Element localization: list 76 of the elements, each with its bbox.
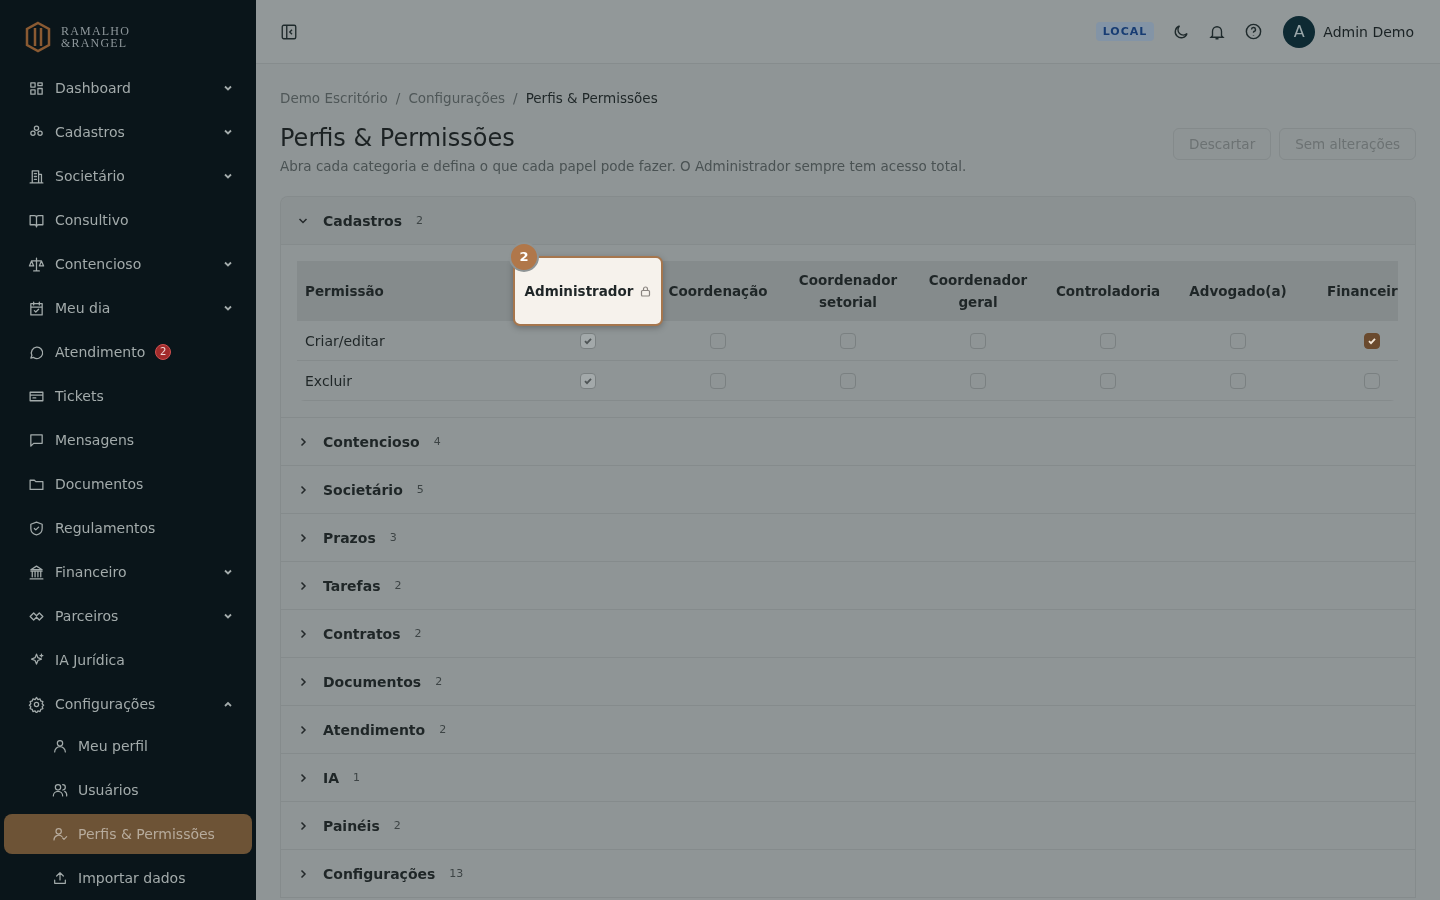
permission-name: Criar/editar [305, 332, 385, 349]
menu-icon [52, 826, 68, 842]
column-header: Coordenador geral [927, 271, 1029, 312]
sidebar-item[interactable]: Tickets [0, 374, 256, 418]
sidebar-item[interactable]: Atendimento 2 [0, 330, 256, 374]
sidebar-item[interactable]: Documentos [0, 462, 256, 506]
sidebar-item[interactable]: Mensagens [0, 418, 256, 462]
permission-checkbox[interactable] [1364, 332, 1380, 349]
environment-badge: LOCAL [1095, 22, 1155, 41]
user-name[interactable]: Admin Demo [1323, 23, 1414, 40]
item-count: 2 [393, 819, 401, 832]
category-header[interactable]: Contratos 2 [281, 610, 1415, 657]
menu-icon [28, 431, 45, 449]
sidebar-item[interactable]: Dashboard [0, 66, 256, 110]
item-count: 1 [353, 771, 361, 784]
user-avatar[interactable]: A [1283, 15, 1316, 48]
sidebar-item[interactable]: Contencioso [0, 242, 256, 286]
item-count: 2 [439, 723, 447, 736]
page-subtitle: Abra cada categoria e defina o que cada papel pode fazer. O Administrador sempre tem acesso total. [280, 158, 968, 174]
item-count: 2 [416, 214, 424, 227]
menu-icon [28, 519, 45, 537]
item-count: 3 [389, 531, 397, 544]
sidebar-subitem[interactable]: Meu perfil [4, 726, 252, 766]
category-header[interactable]: Tarefas 2 [281, 562, 1415, 609]
count-badge: 2 [155, 344, 172, 360]
item-count: 4 [433, 435, 441, 448]
item-count: 2 [414, 627, 422, 640]
page-title: Perfis & Permissões [280, 124, 516, 152]
category-header[interactable]: Atendimento 2 [281, 706, 1415, 753]
breadcrumb-separator: / [395, 90, 401, 106]
menu-icon [28, 255, 45, 273]
check-icon [1367, 335, 1377, 346]
column-header: Advogado(a) [1189, 282, 1287, 301]
brand-name: RAMALHO [61, 25, 131, 37]
sidebar-item[interactable]: Regulamentos [0, 506, 256, 550]
category-header[interactable]: Cadastros 2 [281, 197, 1415, 245]
breadcrumb-separator: / [513, 90, 518, 106]
menu-icon [28, 563, 45, 581]
brand-name: &RANGEL [61, 37, 129, 49]
menu-icon [52, 782, 68, 798]
menu-icon [28, 299, 45, 317]
item-count: 5 [416, 483, 424, 496]
category-header[interactable]: IA 1 [281, 754, 1415, 801]
sidebar-item[interactable]: Configurações [0, 682, 256, 726]
category-header[interactable]: Documentos 2 [281, 658, 1415, 705]
category-header[interactable]: Configurações 13 [281, 850, 1415, 897]
item-count: 2 [394, 579, 402, 592]
item-count: 2 [435, 675, 443, 688]
help-icon[interactable] [1244, 22, 1264, 41]
permission-name: Excluir [305, 372, 352, 389]
column-header: Permissão [305, 282, 384, 301]
menu-icon [52, 870, 68, 886]
sidebar-subitem[interactable]: Usuários [4, 770, 252, 810]
category-header[interactable]: Prazos 3 [281, 514, 1415, 561]
menu-icon [52, 738, 68, 754]
category-header[interactable]: Painéis 2 [281, 802, 1415, 849]
category-header[interactable]: Contencioso 4 [281, 418, 1415, 465]
sidebar-item[interactable]: Meu dia [0, 286, 256, 330]
column-header: Coordenador setorial [797, 271, 899, 312]
menu-icon [28, 695, 45, 713]
column-header: Coordenação [668, 282, 768, 301]
item-count: 13 [449, 867, 464, 880]
sidebar-item[interactable]: Consultivo [0, 198, 256, 242]
sidebar-item[interactable]: IA Jurídica [0, 638, 256, 682]
sidebar-item[interactable]: Financeiro [0, 550, 256, 594]
column-header: Financeir [1327, 282, 1398, 301]
logo-icon [25, 21, 51, 53]
category-header[interactable]: Societário 5 [281, 466, 1415, 513]
sidebar-item[interactable]: Cadastros [0, 110, 256, 154]
sidebar-toggle-icon[interactable] [280, 22, 298, 41]
menu-icon [28, 79, 45, 97]
sidebar-subitem[interactable]: Importar dados [4, 858, 252, 898]
menu-icon [28, 167, 45, 185]
column-header: Controladoria [1055, 282, 1161, 301]
sidebar-item[interactable]: Parceiros [0, 594, 256, 638]
sidebar-item[interactable]: Societário [0, 154, 256, 198]
